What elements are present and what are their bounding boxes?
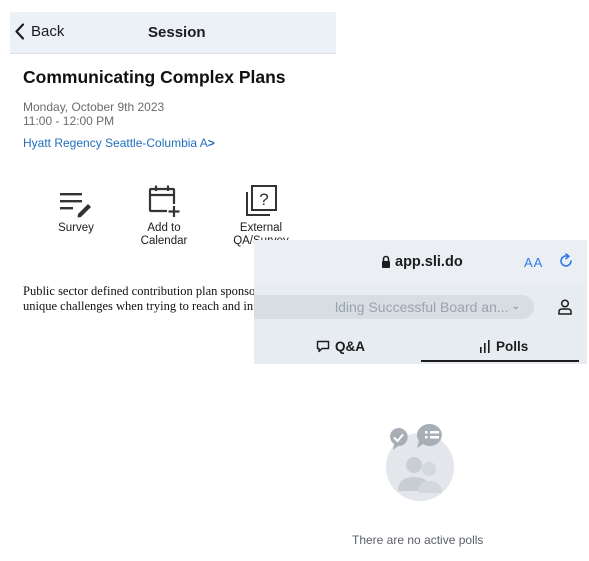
url-text: app.sli.do [395, 254, 463, 270]
chevron-left-icon [15, 23, 25, 40]
tab-polls[interactable]: Polls [479, 339, 528, 354]
session-date: Monday, October 9th 2023 [23, 100, 165, 114]
tab-label: Polls [496, 339, 529, 354]
event-name: lding Successful Board an... [335, 299, 509, 315]
address-bar[interactable]: app.sli.do AA [254, 240, 587, 284]
chat-bubble-icon [316, 340, 330, 353]
active-tab-indicator [421, 360, 579, 362]
session-location-link[interactable]: Hyatt Regency Seattle-Columbia A> [23, 136, 215, 150]
tab-qa[interactable]: Q&A [316, 339, 365, 354]
location-label: Hyatt Regency Seattle-Columbia A [23, 136, 208, 150]
action-label: Add to Calendar [140, 222, 188, 247]
action-label: Survey [58, 222, 94, 234]
text-size-button[interactable]: AA [524, 255, 543, 270]
tab-bar: Q&A Polls [254, 332, 587, 364]
bar-chart-icon [480, 340, 490, 353]
calendar-add-icon [148, 185, 181, 218]
back-label: Back [31, 23, 65, 40]
session-time: 11:00 - 12:00 PM [23, 114, 115, 128]
external-qa-icon: ? [246, 185, 277, 216]
page-title: Session [148, 24, 206, 41]
slido-browser: app.sli.do AA lding Successful Board an.… [254, 240, 587, 364]
session-title: Communicating Complex Plans [23, 67, 286, 87]
reload-icon[interactable] [558, 253, 574, 269]
external-qa-survey-button[interactable]: ? External QA/Survey [228, 184, 294, 248]
chevron-right-icon: > [207, 136, 215, 150]
tab-label: Q&A [335, 339, 365, 354]
empty-state-message: There are no active polls [352, 533, 484, 547]
back-button[interactable]: Back [14, 23, 64, 40]
navigation-bar: Back Session [10, 12, 336, 54]
lock-icon [382, 255, 390, 268]
add-to-calendar-button[interactable]: Add to Calendar [136, 184, 192, 248]
survey-icon [60, 193, 91, 218]
user-icon[interactable] [558, 299, 572, 315]
svg-text:?: ? [259, 190, 268, 209]
no-polls-illustration [386, 423, 454, 501]
chevron-down-icon: ⌄ [511, 301, 520, 312]
survey-button[interactable]: Survey [46, 184, 106, 235]
event-selector[interactable]: lding Successful Board an... ⌄ [254, 295, 534, 319]
